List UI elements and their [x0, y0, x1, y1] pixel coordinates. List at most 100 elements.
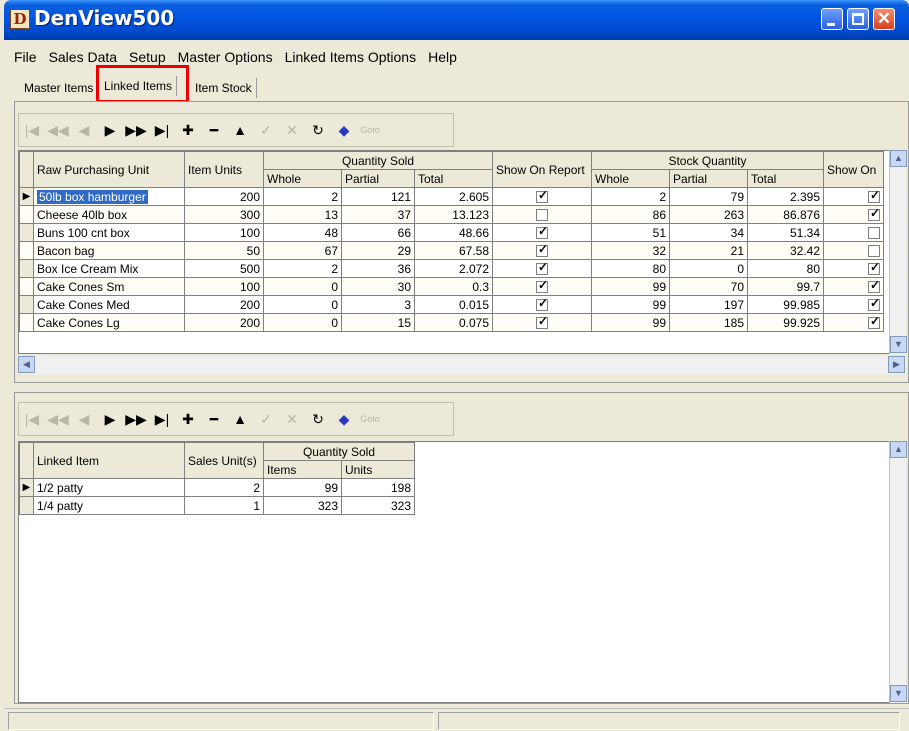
cell-stock-total[interactable]: 32.42	[747, 241, 824, 260]
maximize-button[interactable]	[847, 8, 869, 30]
cell-show-on[interactable]	[823, 187, 884, 206]
goto-icon[interactable]: Goto	[358, 406, 382, 432]
cell-raw-purchasing-unit[interactable]: Cake Cones Sm	[33, 277, 185, 296]
cell-stock-total[interactable]: 2.395	[747, 187, 824, 206]
checkbox[interactable]	[536, 209, 548, 222]
cell-linked-item[interactable]: 1/2 patty	[33, 478, 185, 497]
first-icon[interactable]: |◀	[20, 406, 44, 432]
checkbox[interactable]	[868, 227, 880, 240]
cell-item-units[interactable]: 100	[184, 277, 264, 296]
table-row[interactable]: ▶50lb box hamburger20021212.6052792.395	[19, 187, 884, 206]
master-vertical-scrollbar[interactable]: ▲ ▼	[889, 150, 907, 354]
cell-item-units[interactable]: 50	[184, 241, 264, 260]
checkbox[interactable]	[868, 297, 880, 312]
cell-stock-whole[interactable]: 99	[591, 313, 670, 332]
cell-show-on-report[interactable]	[492, 241, 592, 260]
cell-qty-whole[interactable]: 13	[263, 205, 342, 224]
cell-stock-total[interactable]: 99.985	[747, 295, 824, 314]
cell-stock-whole[interactable]: 99	[591, 277, 670, 296]
cell-qty-whole[interactable]: 0	[263, 295, 342, 314]
next-page-icon[interactable]: ▶▶	[124, 117, 148, 143]
table-row[interactable]: Cake Cones Lg2000150.075 9918599.925	[19, 313, 884, 332]
cell-show-on-report[interactable]	[492, 205, 592, 224]
next-page-icon[interactable]: ▶▶	[124, 406, 148, 432]
col-qty-whole[interactable]: Whole	[263, 169, 342, 188]
cell-show-on-report[interactable]	[492, 313, 592, 332]
cell-stock-total[interactable]: 86.876	[747, 205, 824, 224]
cell-raw-purchasing-unit[interactable]: 50lb box hamburger	[33, 187, 185, 206]
col-show-on[interactable]: Show On	[823, 151, 884, 188]
prior-icon[interactable]: ◀	[72, 406, 96, 432]
title-bar[interactable]: D DenView500 ✕	[4, 0, 909, 40]
cell-sales-units[interactable]: 1	[184, 496, 264, 515]
cell-show-on[interactable]	[823, 313, 884, 332]
cell-raw-purchasing-unit[interactable]: Cheese 40lb box	[33, 205, 185, 224]
col-item-units[interactable]: Item Units	[184, 151, 264, 188]
prior-page-icon[interactable]: ◀◀	[46, 117, 70, 143]
post-icon[interactable]: ✓	[254, 117, 278, 143]
cell-raw-purchasing-unit[interactable]: Cake Cones Lg	[33, 313, 185, 332]
cell-qty-total[interactable]: 67.58	[414, 241, 493, 260]
cell-show-on[interactable]	[823, 295, 884, 314]
checkbox[interactable]	[536, 189, 548, 204]
cell-show-on[interactable]	[823, 259, 884, 278]
cell-stock-partial[interactable]: 263	[669, 205, 748, 224]
cell-qty-partial[interactable]: 121	[341, 187, 415, 206]
cell-qty-whole[interactable]: 67	[263, 241, 342, 260]
cell-show-on-report[interactable]	[492, 187, 592, 206]
checkbox[interactable]	[536, 297, 548, 312]
checkbox[interactable]	[536, 279, 548, 294]
cell-units[interactable]: 323	[341, 496, 415, 515]
checkbox[interactable]	[868, 207, 880, 222]
col-qty-partial[interactable]: Partial	[341, 169, 415, 188]
checkbox[interactable]	[536, 243, 548, 258]
cell-sales-units[interactable]: 2	[184, 478, 264, 497]
cell-stock-whole[interactable]: 99	[591, 295, 670, 314]
cell-stock-total[interactable]: 51.34	[747, 223, 824, 242]
goto-icon[interactable]: Goto	[358, 117, 382, 143]
tab-master-items[interactable]: Master Items	[20, 78, 99, 98]
col-items[interactable]: Items	[263, 460, 342, 479]
scroll-right-icon[interactable]: ▶	[888, 356, 905, 373]
cell-stock-whole[interactable]: 86	[591, 205, 670, 224]
cell-stock-partial[interactable]: 21	[669, 241, 748, 260]
cell-stock-whole[interactable]: 80	[591, 259, 670, 278]
col-units[interactable]: Units	[341, 460, 415, 479]
post-icon[interactable]: ✓	[254, 406, 278, 432]
scroll-up-icon[interactable]: ▲	[890, 441, 907, 458]
cell-item-units[interactable]: 500	[184, 259, 264, 278]
menu-sales-data[interactable]: Sales Data	[49, 47, 117, 67]
cell-qty-partial[interactable]: 36	[341, 259, 415, 278]
apply-icon[interactable]: ◆	[332, 117, 356, 143]
cell-qty-whole[interactable]: 2	[263, 259, 342, 278]
cell-units[interactable]: 198	[341, 478, 415, 497]
cell-stock-partial[interactable]: 70	[669, 277, 748, 296]
cell-stock-partial[interactable]: 185	[669, 313, 748, 332]
refresh-icon[interactable]: ↻	[306, 117, 330, 143]
checkbox[interactable]	[536, 315, 548, 330]
close-button[interactable]: ✕	[873, 8, 895, 30]
menu-master-options[interactable]: Master Options	[178, 47, 273, 67]
cell-raw-purchasing-unit[interactable]: Bacon bag	[33, 241, 185, 260]
checkbox[interactable]	[536, 225, 548, 240]
cell-qty-partial[interactable]: 29	[341, 241, 415, 260]
master-horizontal-scrollbar[interactable]: ◀ ▶	[18, 356, 906, 374]
cell-qty-partial[interactable]: 30	[341, 277, 415, 296]
table-row[interactable]: Bacon bag50672967.58 322132.42	[19, 241, 884, 260]
menu-setup[interactable]: Setup	[129, 47, 166, 67]
cell-stock-partial[interactable]: 197	[669, 295, 748, 314]
cell-show-on-report[interactable]	[492, 223, 592, 242]
col-sales-units[interactable]: Sales Unit(s)	[184, 442, 264, 479]
cell-qty-total[interactable]: 0.015	[414, 295, 493, 314]
tab-item-stock[interactable]: Item Stock	[191, 78, 257, 98]
insert-icon[interactable]: ✚	[176, 406, 200, 432]
cell-item-units[interactable]: 200	[184, 295, 264, 314]
cell-show-on-report[interactable]	[492, 259, 592, 278]
table-row[interactable]: Cheese 40lb box 300 13 37 13.123 86 263 86.876	[19, 205, 884, 224]
last-icon[interactable]: ▶|	[150, 117, 174, 143]
col-stock-partial[interactable]: Partial	[669, 169, 748, 188]
cell-stock-total[interactable]: 80	[747, 259, 824, 278]
col-show-on-report[interactable]: Show On Report	[492, 151, 592, 188]
last-icon[interactable]: ▶|	[150, 406, 174, 432]
col-stock-whole[interactable]: Whole	[591, 169, 670, 188]
